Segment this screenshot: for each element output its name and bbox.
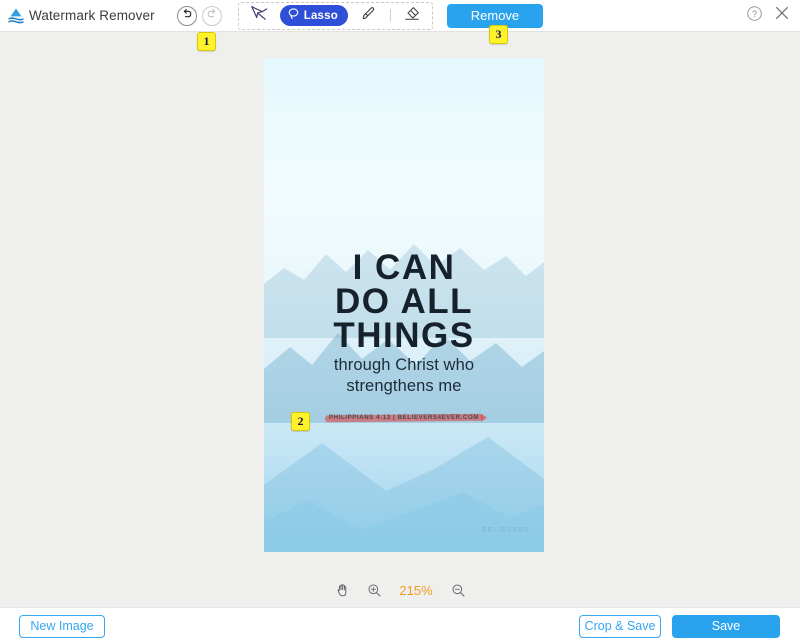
lasso-tool-button[interactable]: Lasso [279, 5, 348, 26]
new-image-button[interactable]: New Image [19, 614, 105, 638]
zoom-in-icon[interactable] [365, 581, 383, 599]
brush-tool-button[interactable] [357, 5, 381, 27]
crop-and-save-button[interactable]: Crop & Save [579, 614, 661, 638]
poster-subtext-line-1: through Christ who [333, 356, 475, 374]
annotation-badge-1: 1 [197, 32, 216, 51]
eraser-tool-button[interactable] [400, 5, 424, 27]
app-title: Watermark Remover [29, 8, 155, 23]
tool-group: Lasso [237, 1, 433, 30]
mountain-layer-foreground [264, 478, 544, 552]
poster-headline: I CAN DO ALL THINGS [264, 248, 544, 355]
zoom-level-label: 215% [399, 582, 433, 598]
lasso-loop-icon [287, 7, 300, 25]
svg-text:?: ? [752, 8, 757, 18]
close-x-icon[interactable] [773, 4, 791, 27]
zoom-out-icon[interactable] [449, 581, 467, 599]
corner-watermark: BELIEVERS [482, 527, 530, 534]
window-controls: ? [746, 4, 791, 27]
annotation-badge-2: 2 [291, 412, 310, 431]
poster-headline-line-3: THINGS [333, 316, 475, 355]
remove-button[interactable]: Remove [446, 3, 543, 28]
hand-pan-icon[interactable] [333, 581, 351, 599]
undo-arrow-icon [181, 7, 193, 25]
brush-icon [360, 5, 377, 27]
poster-headline-line-1: I CAN [352, 248, 456, 287]
watermark-text: PHILIPPIANS 4:13 | BELIEVERS4EVER.COM [329, 414, 479, 421]
redo-arrow-icon [206, 7, 218, 25]
selected-watermark[interactable]: PHILIPPIANS 4:13 | BELIEVERS4EVER.COM [324, 413, 484, 422]
bottom-action-bar: New Image Crop & Save Save [0, 607, 800, 644]
app-brand: Watermark Remover [6, 6, 155, 26]
zoom-controls: 215% [0, 573, 800, 607]
save-button[interactable]: Save [672, 614, 780, 638]
toolbar-divider [389, 9, 391, 22]
image-canvas-area[interactable]: I CAN DO ALL THINGS through Christ who s… [0, 33, 800, 573]
edited-image[interactable]: I CAN DO ALL THINGS through Christ who s… [264, 58, 544, 552]
mountain-wave-logo-icon [6, 6, 26, 26]
poster-headline-line-2: DO ALL [335, 282, 473, 321]
redo-button[interactable] [201, 5, 222, 26]
annotation-badge-3: 3 [489, 25, 508, 44]
undo-button[interactable] [176, 5, 197, 26]
poster-subtext-line-2: strengthens me [346, 377, 462, 395]
magic-wand-select-icon [249, 4, 269, 27]
eraser-icon [403, 5, 421, 27]
poster-subtext: through Christ who strengthens me [264, 355, 544, 397]
help-question-icon[interactable]: ? [746, 5, 763, 27]
top-toolbar: Watermark Remover Lasso Remove ? [0, 0, 800, 32]
app-window: Watermark Remover Lasso Remove ? I CAN D… [0, 0, 800, 644]
lasso-tool-label: Lasso [303, 9, 338, 22]
history-buttons [176, 5, 222, 26]
select-tool-button[interactable] [247, 5, 271, 27]
